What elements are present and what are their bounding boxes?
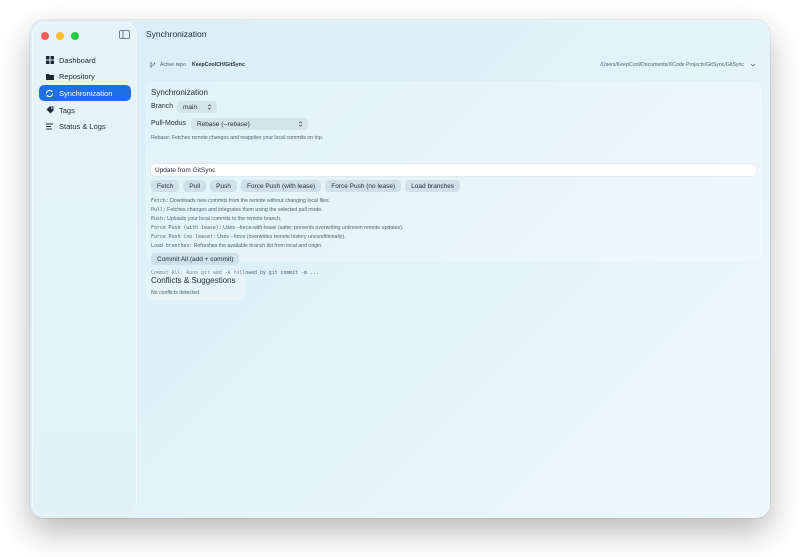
close-window-button[interactable] [41, 32, 49, 40]
pull-mode-select[interactable]: Rebase (--rebase) [191, 118, 308, 130]
folder-icon [45, 72, 54, 81]
sidebar-item-dashboard[interactable]: Dashboard [39, 52, 131, 68]
force-push-lease-description: Force Push (with lease): Uses --force-wi… [151, 225, 404, 231]
minimize-window-button[interactable] [56, 32, 64, 40]
active-repo-label: Active repo [160, 62, 186, 68]
pull-button[interactable]: Pull [183, 180, 207, 192]
conflicts-status: No conflicts detected. [151, 290, 201, 296]
load-branches-description: Load branches: Refreshes the available b… [151, 243, 323, 249]
repo-icon [150, 62, 156, 68]
load-branches-button[interactable]: Load branches [405, 180, 461, 192]
sidebar-item-status-logs[interactable]: Status & Logs [39, 119, 131, 135]
push-description: Push: Uploads your local commits to the … [151, 216, 282, 222]
branch-label: Branch [151, 103, 174, 110]
conflicts-card: Conflicts & Suggestions No conflicts det… [146, 270, 245, 300]
sidebar-item-label: Tags [59, 105, 75, 115]
force-push-with-lease-button[interactable]: Force Push (with lease) [240, 180, 322, 192]
sidebar-item-label: Dashboard [59, 55, 96, 65]
window-controls [41, 32, 79, 40]
branch-select-value: main [183, 103, 198, 111]
active-repo-path: /Users/KeepCool/Documents/XCode Projects… [600, 62, 744, 68]
force-push-no-lease-button[interactable]: Force Push (no lease) [325, 180, 402, 192]
chevron-updown-icon [298, 121, 303, 127]
sidebar: Dashboard Repository Synchronization Tag… [33, 23, 136, 515]
page-title: Synchronization [146, 29, 207, 39]
sidebar-item-tags[interactable]: Tags [39, 102, 131, 118]
active-repo-name: KeepCoolCH/GitSync [191, 62, 245, 68]
commit-all-button[interactable]: Commit All (add + commit) [151, 253, 240, 265]
app-window: Dashboard Repository Synchronization Tag… [30, 20, 770, 518]
force-push-no-lease-description: Force Push (no lease): Uses --force (ove… [151, 234, 346, 240]
git-action-buttons: Fetch Pull Push Force Push (with lease) … [151, 180, 461, 192]
sidebar-item-synchronization[interactable]: Synchronization [39, 85, 131, 102]
branch-select[interactable]: main [177, 101, 217, 113]
pull-mode-label: Pull-Modus [151, 120, 187, 127]
tag-icon [45, 106, 54, 115]
commit-message-input[interactable]: Update from GitSync [151, 164, 756, 176]
grid-icon [45, 56, 54, 65]
active-repo-bar[interactable]: Active repo KeepCoolCH/GitSync /Users/Ke… [150, 60, 756, 70]
pull-mode-select-value: Rebase (--rebase) [197, 120, 250, 128]
sidebar-item-label: Synchronization [59, 88, 113, 98]
main-content: Synchronization Active repo KeepCoolCH/G… [146, 20, 770, 518]
rebase-hint: Rebase: Fetches remote changes and reapp… [151, 135, 324, 141]
sidebar-toggle-icon[interactable] [119, 30, 130, 39]
list-icon [45, 122, 54, 131]
synchronization-card-title: Synchronization [151, 88, 208, 97]
synchronization-card: Synchronization Branch main Pull-Modus R… [146, 82, 761, 276]
sidebar-item-label: Repository [59, 72, 95, 82]
sidebar-nav: Dashboard Repository Synchronization Tag… [39, 52, 131, 135]
fetch-button[interactable]: Fetch [151, 180, 180, 192]
pull-description: Pull: Fetches changes and integrates the… [151, 207, 323, 213]
conflicts-card-title: Conflicts & Suggestions [151, 276, 236, 285]
chevron-updown-icon [207, 104, 212, 110]
chevron-down-icon[interactable] [750, 62, 756, 68]
sync-icon [45, 89, 54, 98]
sidebar-item-label: Status & Logs [59, 122, 106, 132]
fetch-description: Fetch: Downloads new commits from the re… [151, 198, 331, 204]
sidebar-item-repository[interactable]: Repository [39, 69, 131, 85]
zoom-window-button[interactable] [71, 32, 79, 40]
push-button[interactable]: Push [210, 180, 237, 192]
